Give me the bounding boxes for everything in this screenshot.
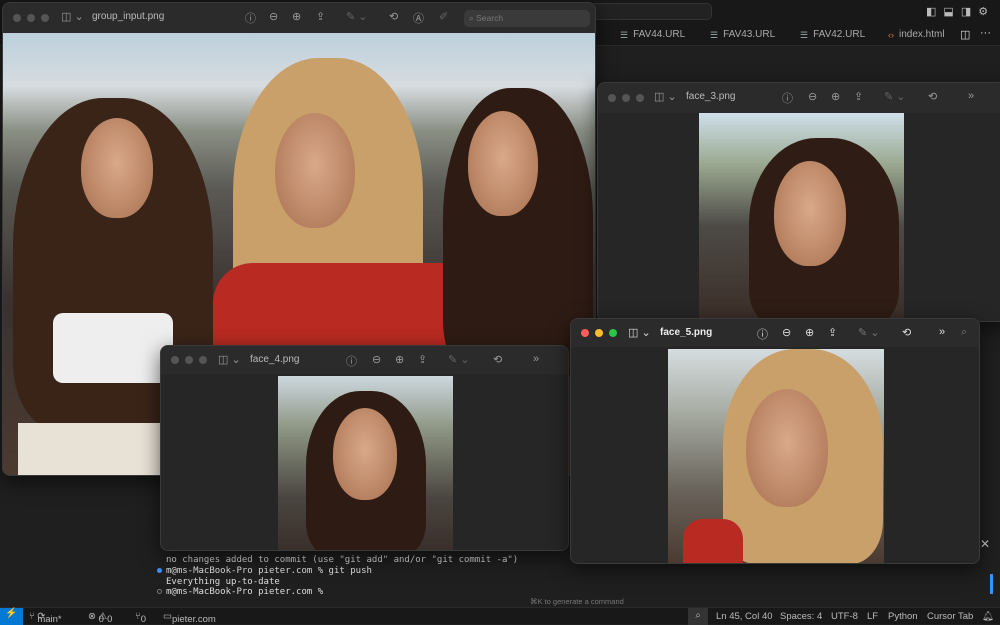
terminal-hint: ⌘K to generate a command (530, 597, 624, 606)
sidebar-icon[interactable]: ◫ ⌄ (628, 326, 651, 339)
folder-indicator[interactable]: ▭ pieter.com (163, 611, 216, 625)
zoom-in-icon[interactable]: ⊕ (395, 353, 404, 366)
window-toolbar: ◫ ⌄ group_input.png ⓘ ⊖ ⊕ ⇪ ✎ ⌄ ⟲ Ⓐ ✐ ⌕ … (3, 3, 595, 33)
minimize-button[interactable] (595, 329, 603, 337)
markup-icon[interactable]: ✎ ⌄ (884, 90, 906, 103)
command-center[interactable] (590, 3, 712, 20)
preview-window-face-4[interactable]: ◫ ⌄ face_4.png ⓘ ⊖ ⊕ ⇪ ✎ ⌄ ⟲ » (160, 345, 569, 551)
sidebar-icon[interactable]: ◫ ⌄ (61, 10, 84, 23)
window-title: face_4.png (250, 354, 300, 365)
zoom-out-icon[interactable]: ⊖ (372, 353, 381, 366)
share-icon[interactable]: ⇪ (828, 326, 837, 339)
tab-index-html[interactable]: ‹› index.html (888, 24, 945, 46)
tab-fav43[interactable]: ☰ FAV43.URL (710, 24, 775, 46)
info-icon[interactable]: ⓘ (245, 10, 256, 26)
window-title: group_input.png (92, 11, 165, 22)
traffic-lights[interactable] (608, 94, 644, 102)
markup-icon[interactable]: ✎ ⌄ (346, 10, 368, 23)
terminal-line: Everything up-to-date (166, 577, 280, 587)
branch-indicator[interactable]: ⑂ main* ⟳ (29, 611, 62, 625)
annotate-icon[interactable]: Ⓐ (413, 10, 424, 26)
more-icon[interactable]: » (968, 90, 974, 102)
close-button[interactable] (581, 329, 589, 337)
language-mode[interactable]: Python (888, 611, 918, 622)
file-icon: ☰ (620, 30, 629, 40)
sidebar-icon[interactable]: ◫ ⌄ (654, 90, 677, 103)
encoding[interactable]: UTF-8 (831, 611, 858, 622)
ports-indicator[interactable]: ⑂ 0 (135, 611, 146, 625)
edit-icon[interactable]: ✐ (439, 10, 448, 23)
tab-fav42[interactable]: ☰ FAV42.URL (800, 24, 865, 46)
search-field[interactable]: ⌕ Search (464, 10, 590, 27)
traffic-lights[interactable] (581, 329, 617, 337)
zoom-out-icon[interactable]: ⊖ (808, 90, 817, 103)
search-icon[interactable]: ⌕ (961, 326, 967, 339)
file-icon: ☰ (800, 30, 809, 40)
terminal-line: no changes added to commit (use "git add… (166, 555, 519, 565)
tab-fav44[interactable]: ☰ FAV44.URL (620, 24, 685, 46)
share-icon[interactable]: ⇪ (418, 353, 427, 366)
zoom-button[interactable] (609, 329, 617, 337)
preview-window-face-3[interactable]: ◫ ⌄ face_3.png ⓘ ⊖ ⊕ ⇪ ✎ ⌄ ⟲ » (597, 82, 1000, 322)
window-title: face_3.png (686, 91, 736, 102)
preview-window-face-5[interactable]: ◫ ⌄ face_5.png ⓘ ⊖ ⊕ ⇪ ✎ ⌄ ⟲ » ⌕ (570, 318, 980, 564)
share-icon[interactable]: ⇪ (854, 90, 863, 103)
rotate-icon[interactable]: ⟲ (493, 353, 502, 366)
sidebar-icon[interactable]: ◫ ⌄ (218, 353, 241, 366)
more-icon[interactable]: » (533, 353, 539, 365)
info-icon[interactable]: ⓘ (346, 353, 357, 369)
toggle-sidebar-icon[interactable]: ◧ (926, 5, 936, 18)
zoom-out-icon[interactable]: ⊖ (782, 326, 791, 339)
zoom-in-icon[interactable]: ⊕ (831, 90, 840, 103)
more-actions-icon[interactable]: ··· (980, 27, 991, 39)
traffic-lights[interactable] (171, 356, 207, 364)
file-icon: ☰ (710, 30, 719, 40)
problems-indicator[interactable]: ⊗ 0 ⚠ 0 (88, 611, 112, 625)
zoom-out-icon[interactable]: ⊖ (269, 10, 278, 23)
markup-icon[interactable]: ✎ ⌄ (858, 326, 880, 339)
html-icon: ‹› (888, 30, 894, 40)
window-title: face_5.png (660, 327, 713, 338)
rotate-icon[interactable]: ⟲ (389, 10, 398, 23)
face-3-photo (699, 113, 904, 319)
more-icon[interactable]: » (939, 326, 945, 338)
face-5-photo (668, 349, 884, 563)
line-endings[interactable]: LF (867, 611, 878, 622)
zoom-in-icon[interactable]: ⊕ (292, 10, 301, 23)
rotate-icon[interactable]: ⟲ (928, 90, 937, 103)
status-bar: ⚡ ⑂ main* ⟳ ⊗ 0 ⚠ 0 ⑂ 0 ▭ pieter.com ⌕ L… (0, 607, 1000, 625)
markup-icon[interactable]: ✎ ⌄ (448, 353, 470, 366)
close-icon[interactable]: ✕ (980, 537, 990, 551)
remote-button[interactable]: ⚡ (0, 608, 23, 625)
scrollbar-marker[interactable] (990, 574, 993, 594)
traffic-lights[interactable] (13, 14, 49, 22)
face-4-photo (278, 376, 453, 550)
rotate-icon[interactable]: ⟲ (902, 326, 911, 339)
info-icon[interactable]: ⓘ (757, 326, 768, 342)
layout-controls: ◧ ⬓ ◨ ⚙ (926, 5, 988, 18)
bell-icon[interactable]: 🔔︎ (982, 611, 994, 622)
command-pending-dot (157, 589, 162, 594)
indentation[interactable]: Spaces: 4 (780, 611, 822, 622)
command-success-dot (157, 568, 162, 573)
zoom-search-icon[interactable]: ⌕ (688, 608, 708, 625)
cursor-position[interactable]: Ln 45, Col 40 (716, 611, 773, 622)
share-icon[interactable]: ⇪ (316, 10, 325, 23)
terminal-prompt[interactable]: m@ms-MacBook-Pro pieter.com % (166, 587, 323, 597)
cursor-tab[interactable]: Cursor Tab (927, 611, 973, 622)
info-icon[interactable]: ⓘ (782, 90, 793, 106)
toggle-panel-icon[interactable]: ⬓ (943, 5, 953, 18)
window-toolbar: ◫ ⌄ face_5.png ⓘ ⊖ ⊕ ⇪ ✎ ⌄ ⟲ » ⌕ (571, 319, 979, 347)
split-editor-icon[interactable]: ◫ (960, 28, 970, 41)
gear-icon[interactable]: ⚙ (978, 5, 988, 18)
window-toolbar: ◫ ⌄ face_4.png ⓘ ⊖ ⊕ ⇪ ✎ ⌄ ⟲ » (161, 346, 568, 374)
zoom-in-icon[interactable]: ⊕ (805, 326, 814, 339)
window-toolbar: ◫ ⌄ face_3.png ⓘ ⊖ ⊕ ⇪ ✎ ⌄ ⟲ » (598, 83, 1000, 113)
toggle-secondary-sidebar-icon[interactable]: ◨ (961, 5, 971, 18)
terminal-line: m@ms-MacBook-Pro pieter.com % git push (166, 566, 372, 576)
